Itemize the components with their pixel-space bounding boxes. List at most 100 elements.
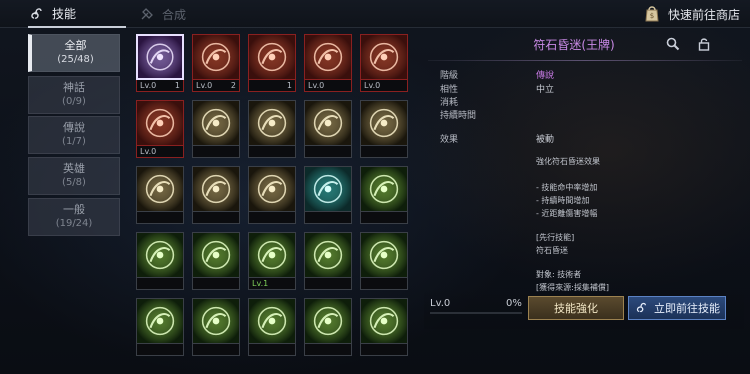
shield-icon	[192, 100, 240, 146]
skill-slot[interactable]	[136, 166, 184, 224]
skill-slot[interactable]: Lv.0	[304, 34, 352, 92]
skill-slot[interactable]	[248, 298, 296, 356]
desc-line: 符石昏迷	[536, 246, 568, 255]
skill-slot[interactable]	[192, 166, 240, 224]
category-count: (19/24)	[55, 218, 93, 229]
go-to-skill-button[interactable]: 立即前往技能	[628, 296, 726, 320]
skill-level: Lv.0	[196, 81, 213, 90]
enhance-button-label: 技能強化	[554, 302, 598, 315]
desc-line: 對象: 技術者	[536, 270, 582, 279]
category-heroic[interactable]: 英雄 (5/8)	[28, 157, 120, 195]
category-mythic[interactable]: 神話 (0/9)	[28, 76, 120, 114]
skill-slot-footer	[192, 212, 240, 224]
tab-compose-label: 合成	[162, 7, 187, 22]
cyan-blade-icon	[304, 166, 352, 212]
enhance-button[interactable]: 技能強化	[528, 296, 624, 320]
skill-slot-footer	[192, 278, 240, 290]
tab-skills[interactable]: 技能	[28, 0, 126, 28]
category-count: (5/8)	[62, 177, 86, 188]
skill-slot[interactable]	[360, 100, 408, 158]
desc-line: - 持續時間增加	[536, 196, 590, 205]
skill-slot[interactable]: Lv.1	[248, 232, 296, 290]
lock-icon[interactable]	[698, 36, 710, 55]
skill-slot[interactable]	[304, 166, 352, 224]
skill-level: Lv.1	[252, 279, 269, 288]
skill-slot-footer	[248, 212, 296, 224]
green-dash-icon	[136, 232, 184, 278]
skill-slot-footer	[360, 146, 408, 158]
category-name: 全部	[64, 39, 87, 52]
skill-level: Lv.0	[308, 81, 325, 90]
skill-slot-footer	[192, 146, 240, 158]
label-cost: 消耗	[440, 98, 459, 108]
search-icon[interactable]	[666, 36, 680, 55]
skill-slot[interactable]	[248, 100, 296, 158]
shop-link[interactable]: $ 快速前往商店	[642, 3, 740, 26]
skill-slot-footer	[136, 344, 184, 356]
skill-detail-panel: 符石昏迷(王牌) 階級 傳說 相性 中立 消耗 持續時間 效果 被動 強化符石昏…	[424, 34, 744, 329]
skill-level: Lv.0	[140, 81, 157, 90]
skill-slot[interactable]: Lv.0	[136, 100, 184, 158]
title-divider	[428, 60, 742, 61]
category-common[interactable]: 一般 (19/24)	[28, 198, 120, 236]
skill-slot[interactable]: Lv.0 1	[136, 34, 184, 92]
skill-slot[interactable]	[248, 166, 296, 224]
green-burst-icon	[360, 232, 408, 278]
green-emblem-icon	[136, 298, 184, 344]
skill-level: Lv.0	[364, 81, 381, 90]
category-name: 傳說	[63, 121, 85, 134]
burst-icon	[360, 100, 408, 146]
skill-level: Lv.0	[140, 147, 157, 156]
skill-slot-footer: 1	[248, 80, 296, 92]
skill-slot-footer	[248, 344, 296, 356]
skill-slot-footer	[360, 278, 408, 290]
skill-slot[interactable]	[304, 232, 352, 290]
progress-bar	[430, 312, 522, 314]
green-orb-icon	[248, 298, 296, 344]
label-effect: 效果	[440, 135, 459, 145]
skill-slot-footer: Lv.0 1	[136, 80, 184, 92]
skill-slot[interactable]	[136, 232, 184, 290]
skill-slot[interactable]	[192, 100, 240, 158]
skill-slot[interactable]	[192, 298, 240, 356]
slash-orb-icon	[304, 34, 352, 80]
skill-slot-footer	[360, 212, 408, 224]
category-legendary[interactable]: 傳說 (1/7)	[28, 116, 120, 154]
skill-slot[interactable]	[192, 232, 240, 290]
skill-slot-footer	[136, 278, 184, 290]
medal-cross-icon	[360, 34, 408, 80]
skill-slot[interactable]	[360, 166, 408, 224]
skill-slot[interactable]: 1	[248, 34, 296, 92]
skill-slot[interactable]	[360, 298, 408, 356]
skill-slot-footer	[136, 212, 184, 224]
category-all[interactable]: 全部 (25/48)	[28, 34, 120, 72]
skill-slot-footer	[304, 344, 352, 356]
spiral-star-icon	[136, 34, 184, 80]
category-count: (0/9)	[62, 96, 86, 107]
category-name: 英雄	[63, 162, 85, 175]
go-to-skill-label: 立即前往技能	[654, 302, 720, 315]
skill-quantity: 2	[230, 81, 236, 90]
skill-slot-footer	[248, 146, 296, 158]
progress-percent: 0%	[506, 298, 522, 309]
green-spiral-icon	[192, 232, 240, 278]
tab-compose[interactable]: 合成	[140, 0, 186, 28]
skill-slot[interactable]: Lv.0 2	[192, 34, 240, 92]
eye-icon	[192, 166, 240, 212]
skill-slot-footer: Lv.0	[360, 80, 408, 92]
skill-quantity: 1	[174, 81, 180, 90]
value-grade: 傳說	[536, 71, 555, 81]
green-swirl-icon	[248, 232, 296, 278]
skill-slot[interactable]	[304, 298, 352, 356]
flame-figure-icon	[248, 34, 296, 80]
skill-slot[interactable]: Lv.0	[360, 34, 408, 92]
value-effect: 被動	[536, 135, 555, 145]
skill-slot-footer: Lv.0	[136, 146, 184, 158]
skill-slot[interactable]	[304, 100, 352, 158]
burning-figure-icon	[136, 100, 184, 146]
skill-slot[interactable]	[360, 232, 408, 290]
skill-slot-footer: Lv.0 2	[192, 80, 240, 92]
skill-slot[interactable]	[136, 298, 184, 356]
green-eye-icon	[360, 298, 408, 344]
triskelion-icon	[28, 5, 44, 21]
